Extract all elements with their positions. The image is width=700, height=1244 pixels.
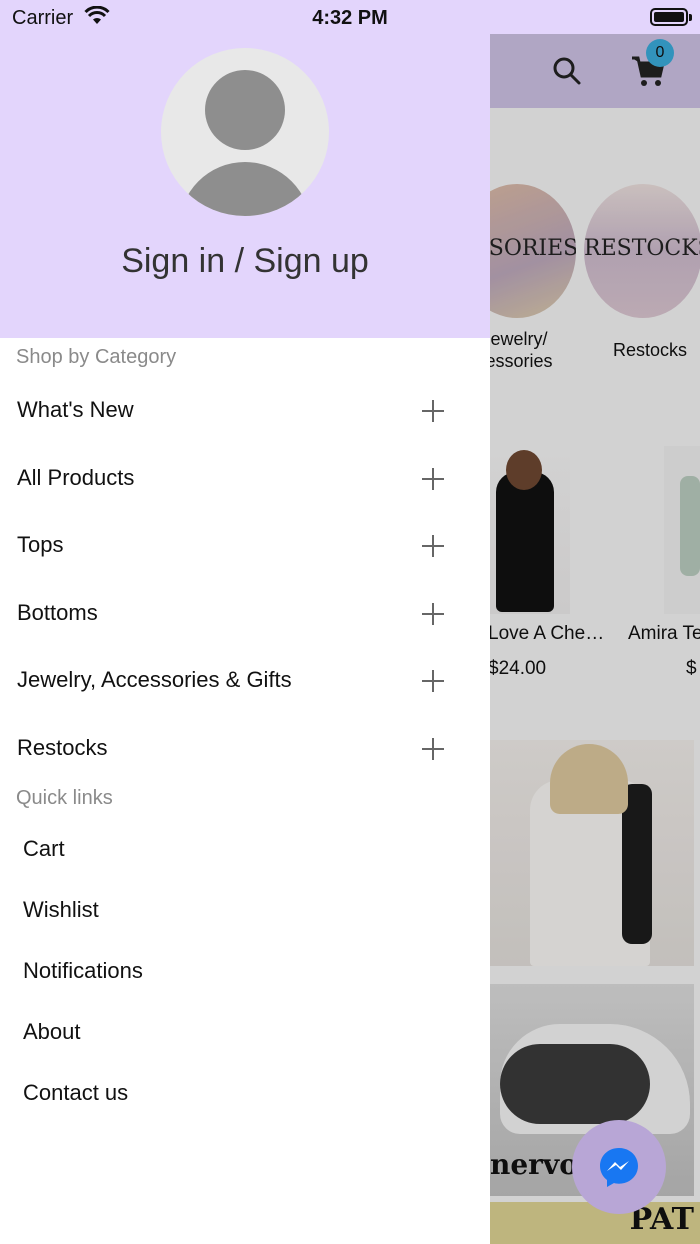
status-bar: Carrier 4:32 PM — [0, 0, 700, 34]
quick-link-contact-us[interactable]: Contact us — [23, 1080, 128, 1106]
expand-plus-icon[interactable] — [422, 535, 444, 557]
avatar[interactable] — [161, 48, 329, 216]
battery-icon — [650, 8, 692, 26]
expand-plus-icon[interactable] — [422, 400, 444, 422]
category-item-all-products[interactable]: All Products — [0, 449, 490, 509]
expand-plus-icon[interactable] — [422, 670, 444, 692]
category-item-label: Tops — [17, 532, 64, 557]
category-item-label: Restocks — [17, 735, 108, 760]
category-item-bottoms[interactable]: Bottoms — [0, 584, 490, 644]
clock: 4:32 PM — [312, 7, 388, 29]
category-item-tops[interactable]: Tops — [0, 516, 490, 576]
category-item-restocks[interactable]: Restocks — [0, 719, 490, 779]
category-item-whats-new[interactable]: What's New — [0, 381, 490, 441]
category-item-jewelry-accessories-gifts[interactable]: Jewelry, Accessories & Gifts — [0, 651, 490, 711]
category-item-label: Jewelry, Accessories & Gifts — [17, 667, 292, 692]
side-drawer: Sign in / Sign up Shop by Category What'… — [0, 0, 490, 1244]
drawer-header: Sign in / Sign up — [0, 0, 490, 338]
category-item-label: Bottoms — [17, 600, 98, 625]
category-item-label: All Products — [17, 465, 135, 490]
messenger-button[interactable] — [572, 1120, 666, 1214]
quick-link-notifications[interactable]: Notifications — [23, 958, 143, 984]
quick-link-wishlist[interactable]: Wishlist — [23, 897, 99, 923]
section-title-shop-by-category: Shop by Category — [16, 346, 177, 368]
expand-plus-icon[interactable] — [422, 603, 444, 625]
quick-link-about[interactable]: About — [23, 1019, 81, 1045]
expand-plus-icon[interactable] — [422, 738, 444, 760]
background-home-screen: 0 ESSORIES RESTOCKS ewelry/ essories Res… — [490, 34, 700, 1244]
user-silhouette-icon — [205, 70, 285, 150]
sign-in-button[interactable]: Sign in / Sign up — [0, 242, 490, 281]
messenger-icon — [600, 1148, 638, 1187]
drawer-overlay[interactable] — [490, 34, 700, 1244]
section-title-quick-links: Quick links — [16, 787, 113, 809]
category-item-label: What's New — [17, 397, 134, 422]
quick-link-cart[interactable]: Cart — [23, 836, 65, 862]
expand-plus-icon[interactable] — [422, 468, 444, 490]
